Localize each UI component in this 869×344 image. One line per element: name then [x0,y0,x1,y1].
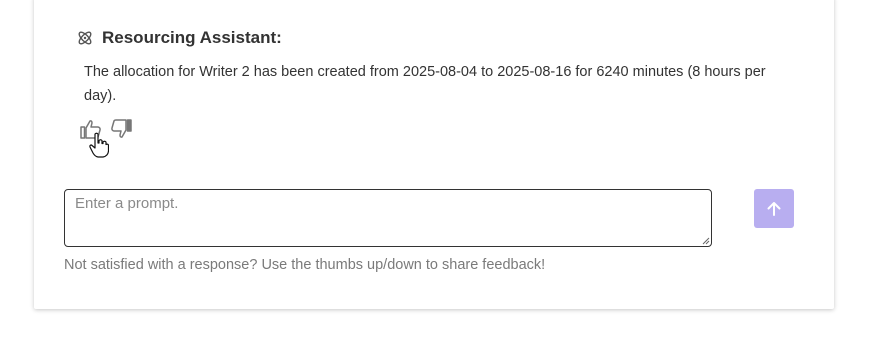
atom-icon [76,29,94,47]
hand-cursor-icon [89,132,109,158]
prompt-input[interactable] [64,189,712,247]
assistant-message-header: Resourcing Assistant: [76,28,282,48]
send-button[interactable] [754,189,794,228]
assistant-message-text: The allocation for Writer 2 has been cre… [84,64,766,104]
thumbs-down-button[interactable] [109,118,133,140]
feedback-hint: Not satisfied with a response? Use the t… [64,257,546,273]
thumbs-down-icon [111,119,132,138]
chat-panel: Resourcing Assistant: The allocation for… [34,0,834,309]
assistant-name: Resourcing Assistant: [102,28,282,47]
resize-handle-icon[interactable] [702,237,710,245]
arrow-up-icon [767,201,781,216]
